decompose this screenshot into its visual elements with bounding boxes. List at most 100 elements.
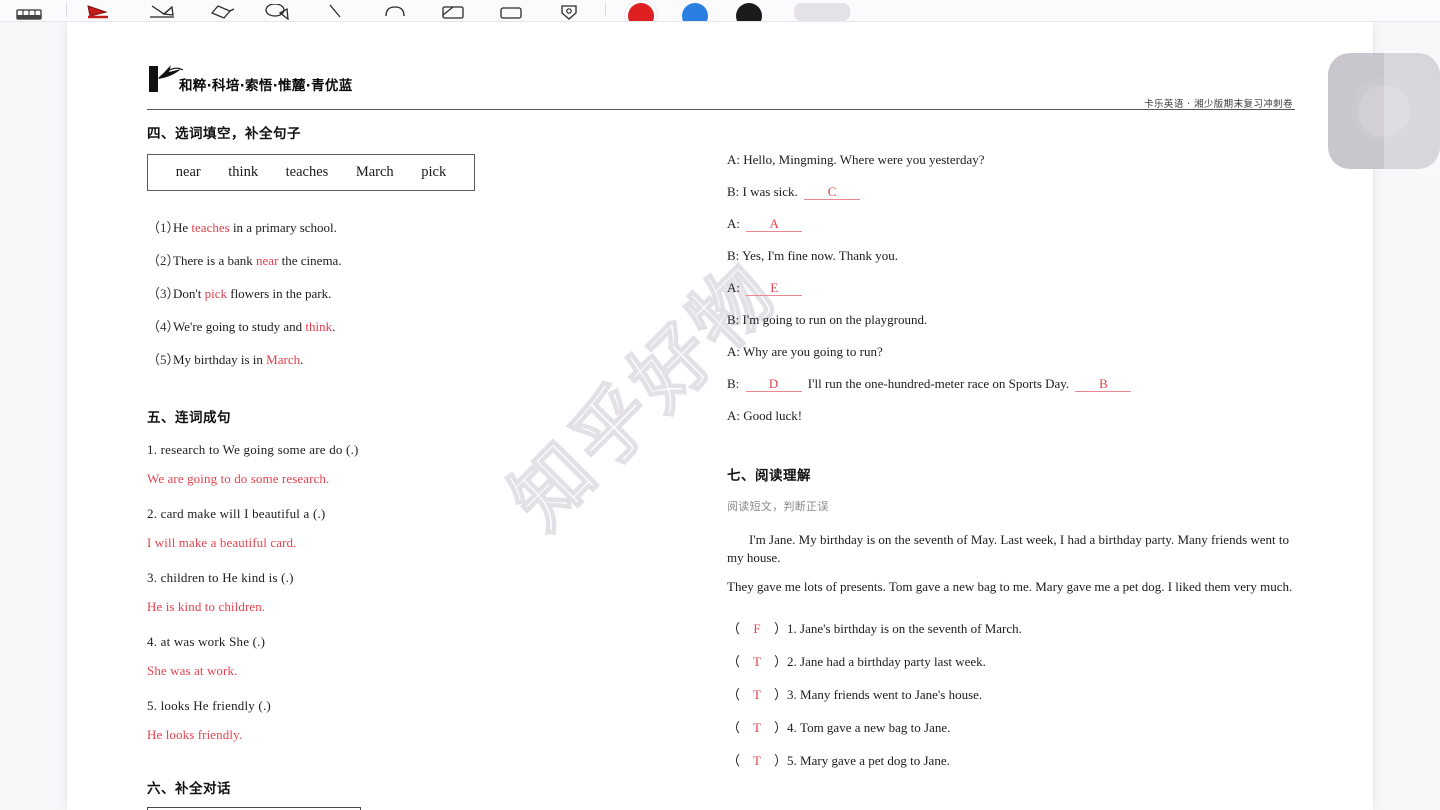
stamp-icon[interactable] — [539, 0, 597, 21]
toolbar-tools-group — [0, 0, 597, 21]
item-pre: There is a bank — [173, 253, 257, 268]
dialogue-speaker: A: — [727, 408, 740, 423]
section-7-title: 七、阅读理解 — [727, 468, 811, 484]
scramble-question: 1. research to We going some are do (.) — [147, 442, 359, 457]
dialogue-line: A: E — [727, 280, 1297, 296]
dialogue-answer-blank[interactable]: A — [746, 217, 803, 232]
item-answer: think — [305, 319, 333, 334]
true-false-item: （T ）3. Many friends went to Jane's house. — [727, 686, 983, 703]
worksheet-page: 知乎好物 和粹·科培·索悟·惟麓·青优蓝 卡乐英语 · 湘少版期末复习冲刺卷 四… — [67, 22, 1373, 810]
scramble-list: 1. research to We going some are do (.) … — [147, 442, 707, 743]
dialogue-list: A: Hello, Mingming. Where were you yeste… — [727, 152, 1297, 424]
word-bank-item: March — [355, 164, 394, 180]
toolbar-color-group — [614, 0, 776, 21]
lasso-select-icon[interactable] — [249, 0, 307, 21]
true-false-answer[interactable]: T — [740, 720, 774, 736]
section-5-title: 五、连词成句 — [147, 410, 231, 426]
scramble-question: 3. children to He kind is (.) — [147, 570, 294, 585]
item-pre: He — [173, 220, 192, 235]
true-false-text: 3. Many friends went to Jane's house. — [787, 686, 983, 702]
true-false-item: （T ）2. Jane had a birthday party last wee… — [727, 653, 986, 670]
red-pen-icon[interactable] — [75, 0, 133, 21]
eraser-block-icon[interactable] — [0, 0, 58, 21]
reading-passage-line-2: They gave me lots of presents. Tom gave … — [727, 579, 1293, 595]
dialogue-speaker: B: — [727, 248, 740, 263]
highlighter-icon[interactable] — [133, 0, 191, 21]
shape-icon[interactable] — [365, 0, 423, 21]
true-false-text: 1. Jane's birthday is on the seventh of … — [787, 620, 1022, 636]
dialogue-line: A: Why are you going to run? — [727, 344, 1297, 360]
item-number: （4） — [147, 319, 180, 334]
logo-mark-icon — [147, 60, 189, 96]
item-post: the cinema. — [278, 253, 342, 268]
color-swatch-red[interactable] — [628, 3, 654, 21]
section-4-title: 四、选词填空，补全句子 — [147, 126, 301, 142]
true-false-item: （T ）5. Mary gave a pet dog to Jane. — [727, 752, 950, 769]
dialogue-text: I'm going to run on the playground. — [742, 312, 928, 327]
dialogue-answer-blank[interactable]: C — [804, 185, 861, 200]
dialogue-line: A: A — [727, 216, 1297, 232]
true-false-item: （F ）1. Jane's birthday is on the seventh … — [727, 620, 1022, 637]
toolbar-action-button[interactable] — [794, 3, 850, 21]
dialogue-line: B: I was sick. C — [727, 184, 1297, 200]
word-bank-box: near think teaches March pick — [147, 154, 475, 191]
floating-assistant-widget[interactable] — [1328, 50, 1440, 178]
scramble-question: 2. card make will I beautiful a (.) — [147, 506, 326, 521]
color-swatch-blue[interactable] — [682, 3, 708, 21]
rectangle-icon[interactable] — [481, 0, 539, 21]
dialogue-speaker: A: — [727, 152, 740, 167]
fill-blank-item: （2）There is a bank near the cinema. — [147, 250, 707, 269]
item-answer: pick — [204, 286, 227, 301]
item-answer: March — [266, 352, 301, 367]
document-header: 和粹·科培·索悟·惟麓·青优蓝 卡乐英语 · 湘少版期末复习冲刺卷 — [147, 58, 1295, 110]
left-column: 四、选词填空，补全句子 near think teaches March pic… — [147, 122, 707, 810]
laser-pointer-icon[interactable] — [307, 0, 365, 21]
item-post: flowers in the park. — [226, 286, 332, 301]
dialogue-speaker: B: — [727, 376, 740, 391]
true-false-text: 2. Jane had a birthday party last week. — [787, 653, 986, 669]
note-icon[interactable] — [423, 0, 481, 21]
dialogue-speaker: A: — [727, 280, 740, 295]
reading-passage-line-1: I'm Jane. My birthday is on the seventh … — [727, 532, 1290, 565]
fill-blank-item: （1）He teaches in a primary school. — [147, 217, 707, 236]
logo-text: 和粹·科培·索悟·惟麓·青优蓝 — [179, 78, 353, 94]
item-number: （3） — [147, 286, 180, 301]
scramble-answer: I will make a beautiful card. — [147, 535, 297, 550]
dialogue-text: Good luck! — [743, 408, 803, 423]
scramble-answer: She was at work. — [147, 663, 238, 678]
item-answer: near — [256, 253, 279, 268]
toolbar-divider-2 — [605, 3, 606, 17]
scramble-answer: He looks friendly. — [147, 727, 243, 742]
color-swatch-black[interactable] — [736, 3, 762, 21]
dialogue-answer-blank[interactable]: E — [746, 281, 803, 296]
item-answer: teaches — [191, 220, 230, 235]
dialogue-text: Yes, I'm fine now. Thank you. — [742, 248, 899, 263]
right-column: A: Hello, Mingming. Where were you yeste… — [727, 122, 1297, 769]
dialogue-answer-blank[interactable]: D — [745, 377, 802, 392]
item-pre: My birthday is in — [173, 352, 267, 367]
true-false-text: 4. Tom gave a new bag to Jane. — [787, 719, 951, 735]
dialogue-speaker: A: — [727, 216, 740, 231]
true-false-text: 5. Mary gave a pet dog to Jane. — [787, 752, 950, 768]
true-false-answer[interactable]: T — [740, 687, 774, 703]
floating-widget-highlight — [1384, 50, 1440, 178]
scramble-question: 5. looks He friendly (.) — [147, 698, 271, 713]
word-bank-item: pick — [421, 164, 447, 180]
item-number: （2） — [147, 253, 180, 268]
word-bank-item: teaches — [285, 164, 329, 180]
eraser-icon[interactable] — [191, 0, 249, 21]
dialogue-speaker: B: — [727, 312, 740, 327]
true-false-answer[interactable]: T — [740, 654, 774, 670]
true-false-item: （T ）4. Tom gave a new bag to Jane. — [727, 719, 951, 736]
dialogue-line: A: Good luck! — [727, 408, 1297, 424]
true-false-answer[interactable]: T — [740, 753, 774, 769]
dialogue-answer-blank[interactable]: B — [1075, 377, 1132, 392]
dialogue-line: B: I'm going to run on the playground. — [727, 312, 1297, 328]
section-6-title: 六、补全对话 — [147, 781, 231, 797]
fill-blank-item: （5）My birthday is in March. — [147, 349, 707, 368]
dialogue-line: B: Yes, I'm fine now. Thank you. — [727, 248, 1297, 264]
item-number: （5） — [147, 352, 180, 367]
true-false-answer[interactable]: F — [740, 621, 774, 637]
scramble-answer: He is kind to children. — [147, 599, 266, 614]
item-post: in a primary school. — [229, 220, 337, 235]
